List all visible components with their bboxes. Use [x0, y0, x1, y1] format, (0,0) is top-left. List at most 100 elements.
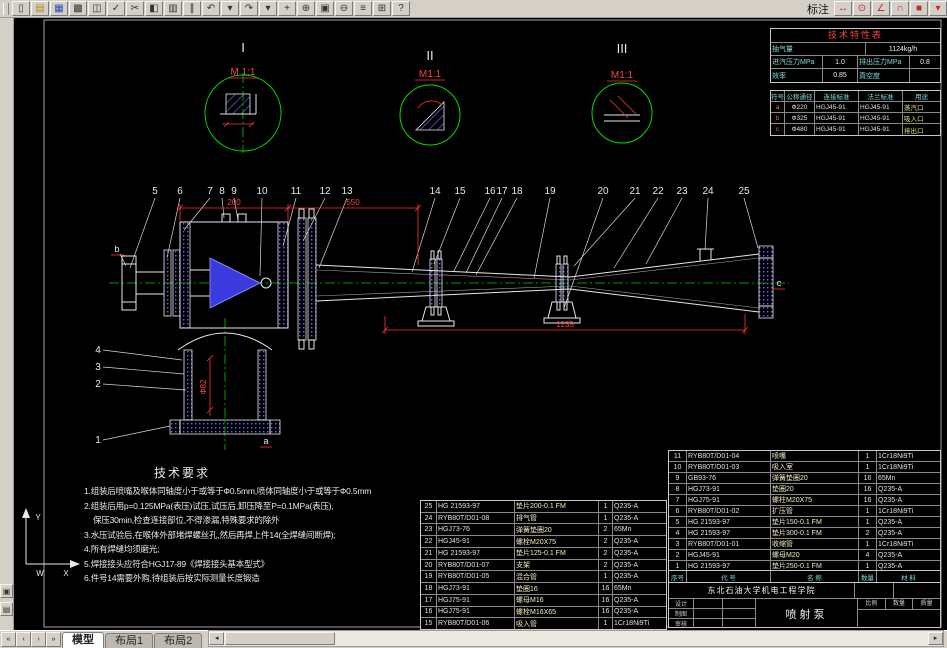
pan-icon[interactable]: +: [278, 1, 296, 16]
signature-label: 审核: [669, 619, 694, 628]
bom-row: 18 HGJ73-91 垫圈16 16 65Mn: [421, 583, 666, 595]
dim-text: 1235: [556, 320, 574, 329]
bom-code: HGJ45-91: [687, 550, 771, 560]
bom-code: HGJ73-91: [437, 583, 515, 594]
tab-nav-next-button[interactable]: ›: [31, 632, 46, 647]
spec-table-title: 技术特性表: [771, 29, 940, 43]
signature-label: 制图: [669, 609, 694, 618]
spell-icon[interactable]: ✓: [107, 1, 125, 16]
tab-nav-first-button[interactable]: «: [1, 632, 16, 647]
cut-icon[interactable]: ✂: [126, 1, 144, 16]
signature-blank: [694, 619, 723, 628]
spec-row: 效率 0.85 真空度: [771, 69, 940, 82]
zoom-previous-icon[interactable]: ⊖: [335, 1, 353, 16]
nozzle-table-rows: a Ф220 HGJ45-91 HGJ45-91 蒸汽口 b Ф325 HGJ4…: [771, 102, 940, 135]
bom-material: Q235-A: [614, 608, 639, 616]
bom-qty: 1: [599, 571, 613, 583]
cell: HGJ45-91: [815, 113, 859, 123]
part-callout: 7: [207, 186, 213, 197]
paste-icon[interactable]: ▥: [164, 1, 182, 16]
signature-blank: [723, 619, 755, 628]
horizontal-scrollbar[interactable]: ◂ ▸: [208, 630, 944, 647]
dock-tool-button-2[interactable]: ▤: [0, 602, 13, 616]
copy-icon[interactable]: ◧: [145, 1, 163, 16]
signature-blank: [723, 599, 755, 608]
plot-preview-icon[interactable]: ◫: [88, 1, 106, 16]
dock-tool-button-1[interactable]: ▣: [0, 584, 13, 598]
tab-layout1[interactable]: 布局1: [105, 633, 154, 648]
dim-angular-icon[interactable]: ∠: [872, 1, 890, 16]
detail-scale: M1:1: [419, 69, 442, 80]
scroll-right-button[interactable]: ▸: [928, 632, 943, 645]
match-properties-icon[interactable]: ∥: [183, 1, 201, 16]
save-icon[interactable]: ▦: [50, 1, 68, 16]
autocad-window: ▯ ▤ ▦ ▩ ◫ ✓ ✂ ◧ ▥ ∥ ↶ ▾ ↷ ▾ + ⊕ ▣ ⊖ ≡ ⊞ …: [0, 0, 947, 648]
bom-name: 垫片150-0.1 FM: [771, 517, 859, 527]
bom-name: 弹簧垫圈20: [771, 473, 859, 483]
bom-code: HGJ45-91: [437, 536, 515, 547]
new-icon[interactable]: ▯: [12, 1, 30, 16]
tech-req-line: 2.组装后用p=0.125MPa(表压)试压,试压后,卸压降至P=0.1MPa(…: [84, 500, 334, 511]
bom-item-no: 4: [669, 528, 687, 538]
scrollbar-thumb[interactable]: [225, 632, 336, 645]
bom-name: 垫片125-0.1 FM: [515, 547, 599, 559]
toolbar-grip[interactable]: [3, 2, 9, 15]
redo-dropdown-icon[interactable]: ▾: [259, 1, 277, 16]
dim-arc-icon[interactable]: ∩: [891, 1, 909, 16]
drawing-canvas[interactable]: I M 1:1 II M1:1 III M1:1 5 6 7 8 9 10 11…: [14, 18, 947, 630]
plot-icon[interactable]: ▩: [69, 1, 87, 16]
bom-item-no: 2: [669, 550, 687, 560]
design-center-icon[interactable]: ⊞: [373, 1, 391, 16]
bom-row: 3 RYB80T/D01-01 收缩管 1 1Cr18Ni9Ti: [669, 539, 940, 550]
spec-label: 抽气量: [771, 43, 866, 55]
cell: a: [771, 102, 785, 112]
bom-item-no: 7: [669, 495, 687, 505]
tech-req-line: 6.件号14需要外购,待组装后按实际测量长度锻造: [84, 573, 260, 583]
toolbar-icon-glyph: ≡: [360, 2, 366, 14]
tech-req-line: 4.所有焊缝均须磨光;: [84, 544, 160, 554]
bom-code: HG 21593-97: [687, 528, 771, 538]
toolbar-icon-glyph: ⊕: [301, 2, 311, 14]
title-block-bottom: 设计 制图 审核 喷射泵 比例 数量 质量: [669, 599, 940, 628]
part-callout: 6: [177, 186, 183, 197]
zoom-realtime-icon[interactable]: ⊕: [297, 1, 315, 16]
bom-name: 吸入管: [515, 618, 599, 630]
scroll-left-button[interactable]: ◂: [209, 632, 225, 645]
part-callout: 23: [676, 186, 688, 197]
redo-icon[interactable]: ↷: [240, 1, 258, 16]
dropdown-icon[interactable]: ▾: [929, 1, 947, 16]
scrollbar-track[interactable]: [224, 632, 928, 645]
bom-material: Q235-A: [614, 561, 639, 569]
spec-value: 0.85: [823, 69, 858, 82]
bom-code: HGJ75-91: [687, 495, 771, 505]
tab-model[interactable]: 模型: [62, 632, 104, 648]
open-icon[interactable]: ▤: [31, 1, 49, 16]
bom-item-no: 24: [421, 512, 437, 524]
undo-dropdown-icon[interactable]: ▾: [221, 1, 239, 16]
color-swatch-icon[interactable]: ■: [910, 1, 928, 16]
dim-radius-icon[interactable]: ⊙: [853, 1, 871, 16]
dim-linear-icon[interactable]: ↔: [834, 1, 852, 16]
bom-qty: 16: [599, 583, 613, 594]
col-header: 连接标准: [815, 91, 859, 101]
help-icon[interactable]: ?: [392, 1, 410, 16]
tab-nav-last-button[interactable]: »: [46, 632, 61, 647]
cell: HGJ45-91: [859, 102, 903, 112]
tech-req-line: 保压30min,检查连接部位,不得渗漏,特殊要求的除外: [93, 515, 280, 525]
bom-item-no: 22: [421, 536, 437, 547]
tab-nav-prev-button[interactable]: ‹: [16, 632, 31, 647]
bom-name: 收缩管: [771, 539, 859, 549]
dimension-toolbar-group: ↔ ⊙ ∠ ∩ ■ ▾: [834, 1, 947, 16]
part-callout: 19: [544, 186, 556, 197]
part-name: 喷射泵: [756, 599, 858, 628]
undo-icon[interactable]: ↶: [202, 1, 220, 16]
standard-toolbar-group: ▯ ▤ ▦ ▩ ◫ ✓ ✂ ◧ ▥ ∥ ↶ ▾ ↷ ▾ + ⊕ ▣ ⊖ ≡ ⊞ …: [12, 1, 410, 16]
bom-name: 弹簧垫圈20: [515, 524, 599, 536]
zoom-window-icon[interactable]: ▣: [316, 1, 334, 16]
tab-layout2[interactable]: 布局2: [154, 633, 203, 648]
bom-row: 15 RYB80T/D01-06 吸入管 1 1Cr18Ni9Ti: [421, 618, 666, 630]
port-label-suction: a: [263, 436, 268, 446]
bom-code: RYB80T/D01-07: [437, 559, 515, 571]
detail-label: III: [617, 41, 628, 56]
properties-icon[interactable]: ≡: [354, 1, 372, 16]
